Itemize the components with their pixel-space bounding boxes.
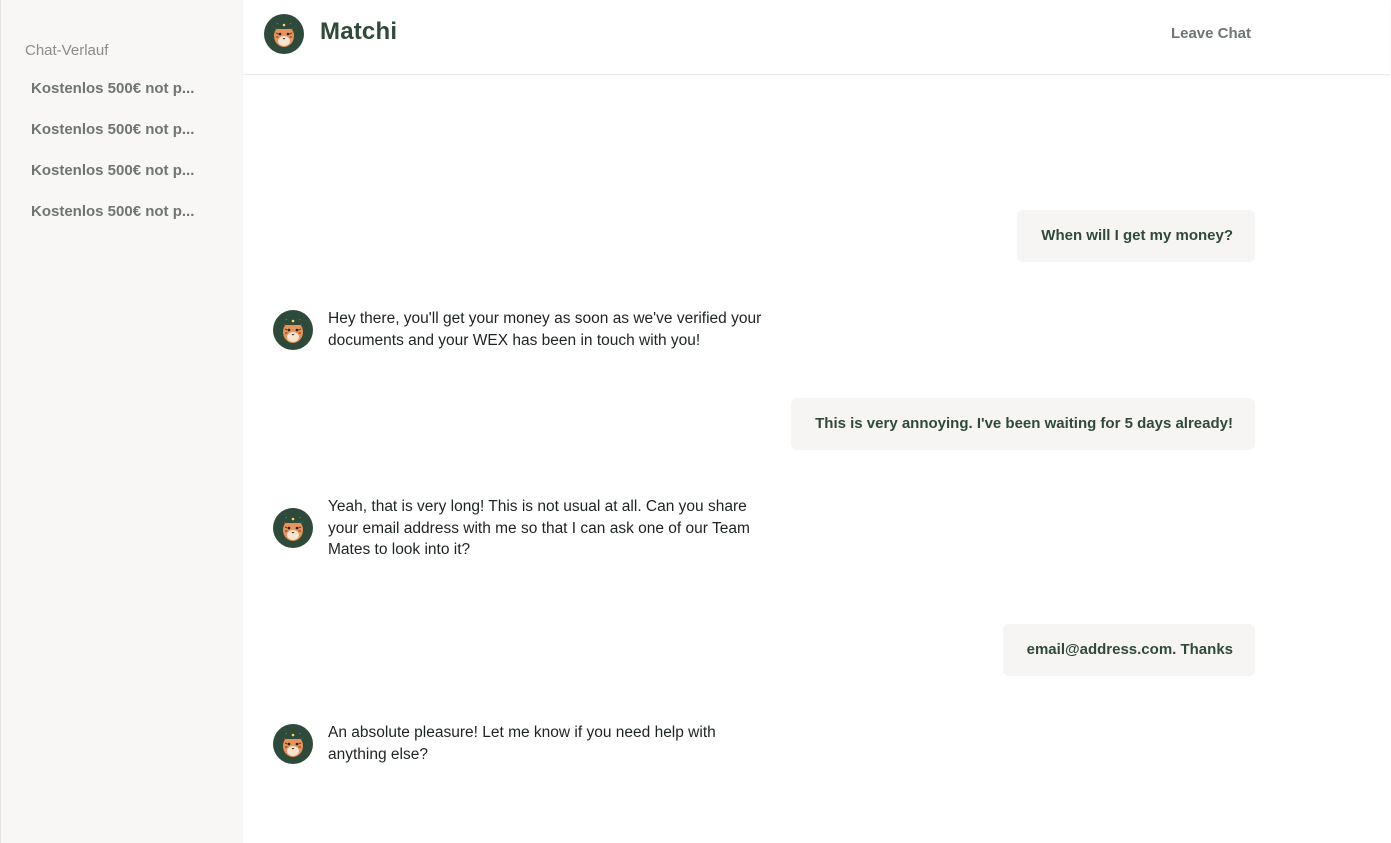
chat-header: Matchi Leave Chat [243,0,1390,75]
chat-app: Chat-Verlauf Kostenlos 500€ not p... Kos… [0,0,1391,843]
sidebar-title: Chat-Verlauf [25,42,109,59]
bot-message-text: Yeah, that is very long! This is not usu… [328,498,750,558]
history-item[interactable]: Kostenlos 500€ not p... [31,203,206,220]
user-message: email@address.com. Thanks [1002,624,1255,676]
sidebar: Chat-Verlauf Kostenlos 500€ not p... Kos… [0,0,243,843]
tiger-avatar-icon [273,508,313,548]
history-item[interactable]: Kostenlos 500€ not p... [31,121,206,138]
chat-title: Matchi [320,18,398,45]
user-message: When will I get my money? [1017,210,1255,262]
leave-chat-button[interactable]: Leave Chat [1171,25,1251,42]
history-item[interactable]: Kostenlos 500€ not p... [31,80,206,97]
history-item[interactable]: Kostenlos 500€ not p... [31,162,206,179]
user-message: This is very annoying. I've been waiting… [791,398,1255,450]
bot-message-text: Hey there, you'll get your money as soon… [328,310,762,349]
tiger-avatar-icon [273,724,313,764]
tiger-avatar-icon [264,14,304,54]
tiger-avatar-icon [273,310,313,350]
bot-message-text: An absolute pleasure! Let me know if you… [328,724,716,763]
